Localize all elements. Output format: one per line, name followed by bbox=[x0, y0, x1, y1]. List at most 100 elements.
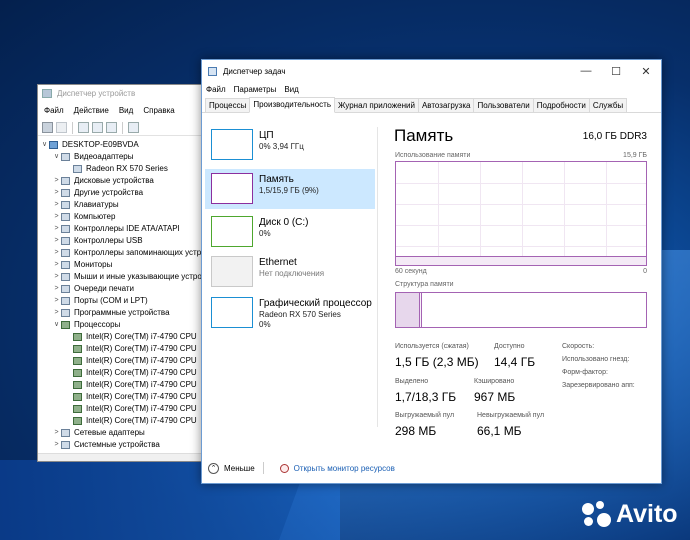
properties-icon[interactable] bbox=[78, 122, 89, 133]
graph-gridline bbox=[396, 183, 646, 184]
resource-detail: 0% bbox=[259, 229, 271, 238]
resource-item-cpu[interactable]: ЦП 0% 3,94 ГГц bbox=[205, 125, 375, 165]
memory-composition-bar bbox=[395, 292, 647, 328]
resource-text: Диск 0 (C:) 0% bbox=[259, 212, 309, 252]
device-tree-item[interactable]: > Контроллеры USB bbox=[38, 235, 206, 247]
device-tree-item[interactable]: Intel(R) Core(TM) i7-4790 CPU bbox=[38, 355, 206, 367]
tab-processes[interactable]: Процессы bbox=[205, 98, 251, 112]
resource-text: ЦП 0% 3,94 ГГц bbox=[259, 125, 304, 165]
expand-chevron-icon[interactable]: > bbox=[52, 283, 61, 295]
resource-item-gpu[interactable]: Графический процессор Radeon RX 570 Serie… bbox=[205, 293, 375, 345]
tab-startup[interactable]: Автозагрузка bbox=[417, 98, 475, 112]
disk-sparkline bbox=[211, 216, 253, 247]
device-tree-label: Видеоадаптеры bbox=[74, 152, 134, 161]
device-tree-item[interactable]: > Сетевые адаптеры bbox=[38, 427, 206, 439]
device-tree-item[interactable]: Intel(R) Core(TM) i7-4790 CPU bbox=[38, 331, 206, 343]
help-icon[interactable] bbox=[92, 122, 103, 133]
device-tree-item[interactable]: > Другие устройства bbox=[38, 187, 206, 199]
tm-menu-options[interactable]: Параметры bbox=[234, 85, 277, 94]
stat-nonpaged-pool-value: 66,1 МБ bbox=[477, 424, 522, 438]
task-manager-window[interactable]: Диспетчер задач — ☐ ✕ Файл Параметры Вид… bbox=[201, 59, 662, 484]
side-label-speed: Скорость: bbox=[562, 343, 595, 350]
resource-item-mem[interactable]: Память 1,5/15,9 ГБ (9%) bbox=[205, 169, 375, 209]
device-tree-item[interactable]: Intel(R) Core(TM) i7-4790 CPU bbox=[38, 403, 206, 415]
maximize-button[interactable]: ☐ bbox=[601, 60, 631, 82]
expand-chevron-icon[interactable]: > bbox=[52, 307, 61, 319]
expand-chevron-icon[interactable]: > bbox=[52, 187, 61, 199]
device-tree-item[interactable]: > Компьютер bbox=[38, 211, 206, 223]
tm-menu-file[interactable]: Файл bbox=[206, 85, 226, 94]
dm-menu-help[interactable]: Справка bbox=[143, 106, 174, 115]
collapse-chevron-icon[interactable]: ∨ bbox=[52, 151, 61, 163]
update-driver-icon[interactable] bbox=[106, 122, 117, 133]
resource-detail: 1,5/15,9 ГБ (9%) bbox=[259, 186, 319, 195]
device-tree-item[interactable]: ∨ Процессоры bbox=[38, 319, 206, 331]
expand-chevron-icon[interactable]: > bbox=[52, 259, 61, 271]
forward-arrow-icon[interactable] bbox=[56, 122, 67, 133]
close-button[interactable]: ✕ bbox=[631, 60, 661, 82]
computer-icon bbox=[49, 141, 58, 149]
expand-chevron-icon[interactable]: > bbox=[52, 439, 61, 451]
stat-committed-label: Выделено bbox=[395, 378, 429, 385]
device-manager-titlebar[interactable]: Диспетчер устройств bbox=[38, 85, 206, 101]
tab-details[interactable]: Подробности bbox=[532, 98, 590, 112]
device-tree-item[interactable]: > Мыши и иные указывающие устройства bbox=[38, 271, 206, 283]
expand-chevron-icon[interactable]: > bbox=[52, 247, 61, 259]
expand-chevron-icon[interactable]: > bbox=[52, 175, 61, 187]
device-tree-item[interactable]: > Клавиатуры bbox=[38, 199, 206, 211]
chevron-up-icon[interactable]: ⌃ bbox=[208, 462, 219, 474]
scan-hardware-icon[interactable] bbox=[128, 122, 139, 133]
tab-users[interactable]: Пользователи bbox=[473, 98, 534, 112]
tab-performance[interactable]: Производительность bbox=[249, 97, 335, 113]
device-tree-item[interactable]: Radeon RX 570 Series bbox=[38, 163, 206, 175]
device-tree-item[interactable]: Intel(R) Core(TM) i7-4790 CPU bbox=[38, 379, 206, 391]
fewer-details-link[interactable]: Меньше bbox=[224, 464, 255, 473]
device-tree-item[interactable]: > Очереди печати bbox=[38, 283, 206, 295]
device-tree-item[interactable]: Intel(R) Core(TM) i7-4790 CPU bbox=[38, 367, 206, 379]
expand-chevron-icon[interactable]: > bbox=[52, 223, 61, 235]
expand-chevron-icon[interactable]: > bbox=[52, 295, 61, 307]
collapse-chevron-icon[interactable]: ∨ bbox=[40, 139, 49, 151]
device-tree-item[interactable]: Intel(R) Core(TM) i7-4790 CPU bbox=[38, 343, 206, 355]
expand-chevron-icon[interactable]: > bbox=[52, 211, 61, 223]
back-arrow-icon[interactable] bbox=[42, 122, 53, 133]
horizontal-scrollbar[interactable] bbox=[38, 453, 206, 461]
device-tree-item[interactable]: > Мониторы bbox=[38, 259, 206, 271]
graph-time-left: 60 секунд bbox=[395, 268, 427, 275]
device-tree-item[interactable]: > Порты (COM и LPT) bbox=[38, 295, 206, 307]
expand-chevron-icon[interactable]: > bbox=[52, 271, 61, 283]
open-resource-monitor-link[interactable]: Открыть монитор ресурсов bbox=[294, 464, 395, 473]
expand-chevron-icon[interactable]: > bbox=[52, 235, 61, 247]
memory-usage-graph bbox=[395, 161, 647, 266]
device-tree-item[interactable]: Intel(R) Core(TM) i7-4790 CPU bbox=[38, 415, 206, 427]
device-tree-item[interactable]: > Контроллеры IDE ATA/ATAPI bbox=[38, 223, 206, 235]
dm-menu-file[interactable]: Файл bbox=[44, 106, 64, 115]
memory-usage-label: Использование памяти bbox=[395, 152, 471, 159]
device-tree-item[interactable]: ∨ Видеоадаптеры bbox=[38, 151, 206, 163]
resource-item-disk[interactable]: Диск 0 (C:) 0% bbox=[205, 212, 375, 252]
device-manager-window[interactable]: Диспетчер устройств Файл Действие Вид Сп… bbox=[37, 84, 207, 462]
dm-menu-view[interactable]: Вид bbox=[119, 106, 133, 115]
task-manager-footer: ⌃ Меньше Открыть монитор ресурсов bbox=[202, 458, 661, 478]
tab-app-history[interactable]: Журнал приложений bbox=[334, 98, 419, 112]
device-tree-item[interactable]: > Программные устройства bbox=[38, 307, 206, 319]
graph-gridline bbox=[396, 225, 646, 226]
device-tree-item[interactable]: ∨ DESKTOP-E09BVDA bbox=[38, 139, 206, 151]
tm-menu-view[interactable]: Вид bbox=[284, 85, 298, 94]
dm-menu-action[interactable]: Действие bbox=[74, 106, 109, 115]
resource-name: Ethernet bbox=[259, 257, 297, 268]
tab-services[interactable]: Службы bbox=[588, 98, 628, 112]
device-tree-item[interactable]: > Дисковые устройства bbox=[38, 175, 206, 187]
collapse-chevron-icon[interactable]: ∨ bbox=[52, 319, 61, 331]
resource-item-eth[interactable]: Ethernet Нет подключения bbox=[205, 252, 375, 292]
expand-chevron-icon[interactable]: > bbox=[52, 427, 61, 439]
minimize-button[interactable]: — bbox=[571, 60, 601, 82]
device-manager-toolbar bbox=[38, 120, 206, 136]
resource-name: Диск 0 (C:) bbox=[259, 217, 309, 228]
device-tree-item[interactable]: Intel(R) Core(TM) i7-4790 CPU bbox=[38, 391, 206, 403]
task-manager-titlebar[interactable]: Диспетчер задач — ☐ ✕ bbox=[202, 60, 661, 82]
device-tree-item[interactable]: > Системные устройства bbox=[38, 439, 206, 451]
expand-chevron-icon[interactable]: > bbox=[52, 199, 61, 211]
mem-sparkline bbox=[211, 173, 253, 204]
device-tree-item[interactable]: > Контроллеры запоминающих устройств bbox=[38, 247, 206, 259]
